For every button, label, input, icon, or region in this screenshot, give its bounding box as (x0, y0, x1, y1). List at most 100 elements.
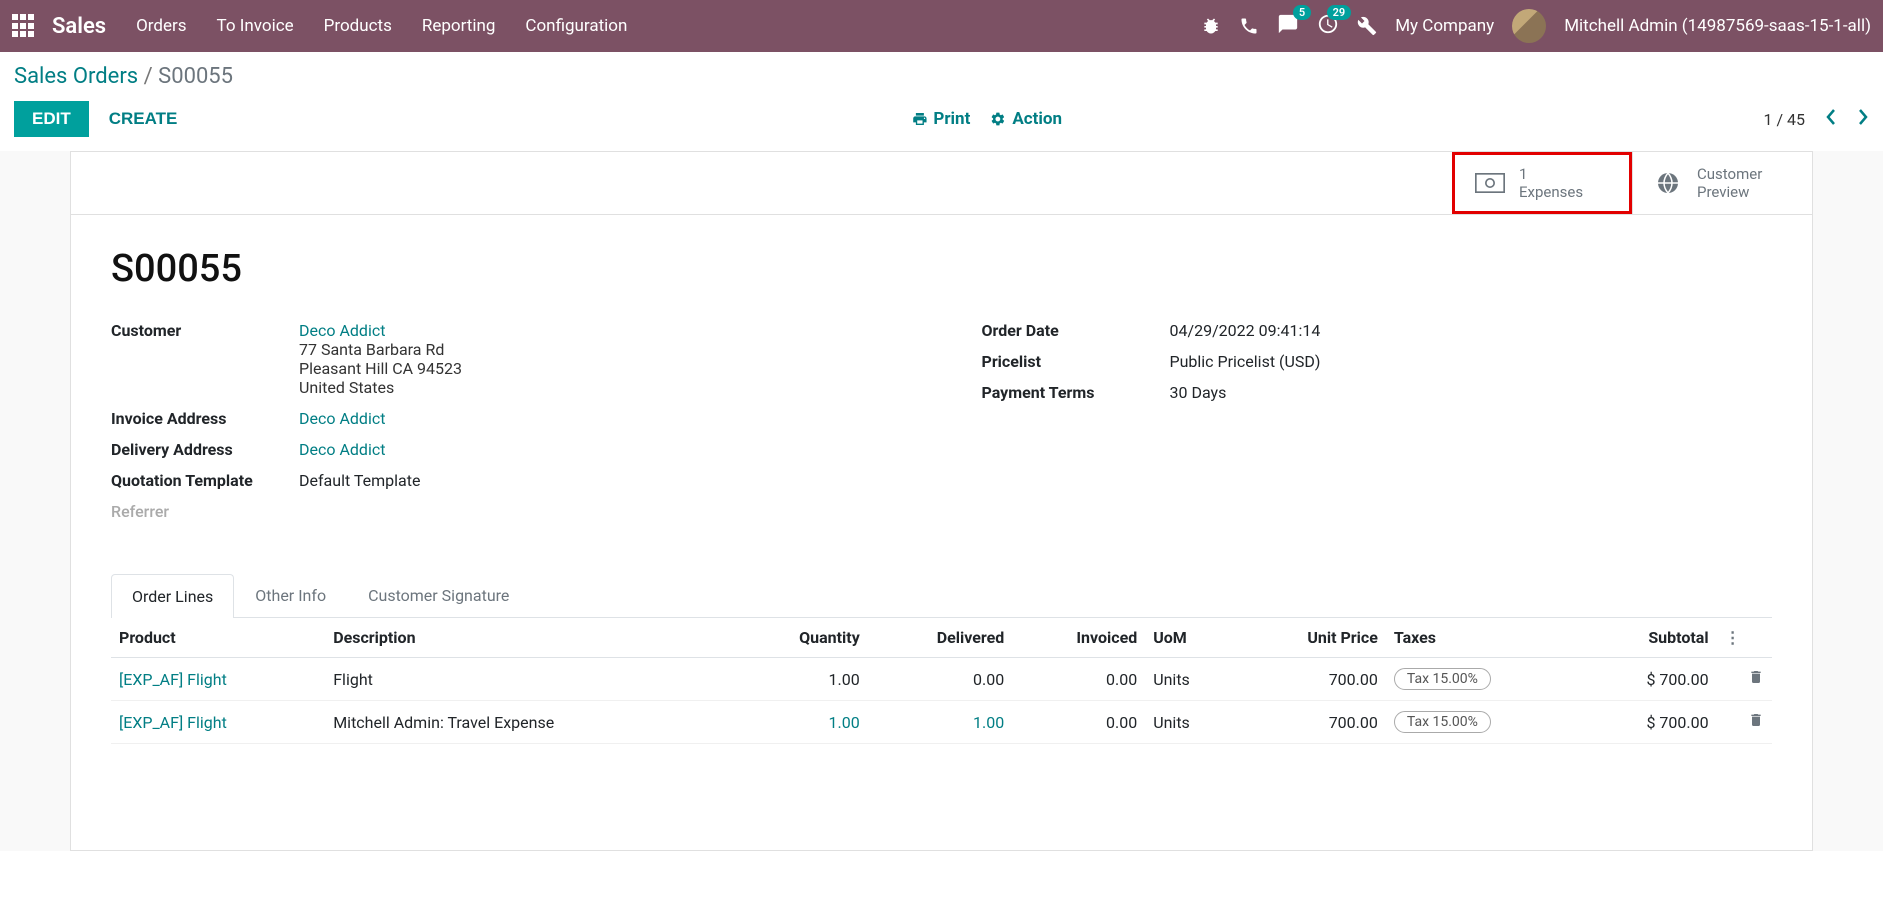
cell-invoiced: 0.00 (1012, 701, 1145, 744)
cell-unit-price: 700.00 (1236, 658, 1386, 701)
label-invoice-address: Invoice Address (111, 409, 299, 428)
money-icon (1475, 171, 1505, 195)
print-label: Print (933, 109, 970, 129)
nav-to-invoice[interactable]: To Invoice (217, 16, 294, 36)
top-navbar: Sales Orders To Invoice Products Reporti… (0, 0, 1883, 52)
cell-unit-price: 700.00 (1236, 701, 1386, 744)
breadcrumb: Sales Orders / S00055 (14, 64, 1869, 89)
label-payment-terms: Payment Terms (982, 383, 1170, 402)
th-delivered[interactable]: Delivered (868, 618, 1012, 658)
pricelist-value: Public Pricelist (USD) (1170, 352, 1773, 371)
activity-badge: 29 (1327, 5, 1352, 20)
cell-tax: Tax 15.00% (1394, 668, 1491, 690)
stat-expenses-count: 1 (1519, 165, 1583, 183)
cell-delivered: 1.00 (973, 713, 1004, 732)
label-order-date: Order Date (982, 321, 1170, 340)
stat-preview-line1: Customer (1697, 165, 1762, 183)
breadcrumb-root[interactable]: Sales Orders (14, 64, 138, 89)
order-date-value: 04/29/2022 09:41:14 (1170, 321, 1773, 340)
cell-quantity: 1.00 (829, 713, 860, 732)
gear-icon (990, 111, 1006, 127)
table-row[interactable]: [EXP_AF] Flight Mitchell Admin: Travel Ex… (111, 701, 1772, 744)
nav-links: Orders To Invoice Products Reporting Con… (136, 16, 627, 36)
cell-description: Mitchell Admin: Travel Expense (325, 701, 735, 744)
bug-icon[interactable] (1201, 16, 1221, 36)
stat-customer-preview[interactable]: Customer Preview (1632, 152, 1812, 214)
nav-orders[interactable]: Orders (136, 16, 186, 36)
th-description[interactable]: Description (325, 618, 735, 658)
cell-tax: Tax 15.00% (1394, 711, 1491, 733)
stat-expenses[interactable]: 1 Expenses (1452, 152, 1632, 214)
payment-terms-value: 30 Days (1170, 383, 1773, 402)
cell-description: Flight (325, 658, 735, 701)
nav-right: 5 29 My Company Mitchell Admin (14987569… (1201, 9, 1871, 43)
messaging-icon[interactable]: 5 (1277, 13, 1299, 39)
cell-subtotal: $ 700.00 (1581, 658, 1716, 701)
th-product[interactable]: Product (111, 618, 325, 658)
pager-prev[interactable] (1825, 108, 1837, 130)
th-taxes[interactable]: Taxes (1386, 618, 1582, 658)
cell-uom: Units (1145, 701, 1236, 744)
cell-subtotal: $ 700.00 (1581, 701, 1716, 744)
stat-expenses-label: Expenses (1519, 183, 1583, 201)
th-invoiced[interactable]: Invoiced (1012, 618, 1145, 658)
th-subtotal[interactable]: Subtotal (1581, 618, 1716, 658)
cell-delivered: 0.00 (973, 670, 1004, 689)
tab-order-lines[interactable]: Order Lines (111, 574, 234, 618)
stat-buttons: 1 Expenses Customer Preview (71, 152, 1812, 215)
phone-icon[interactable] (1239, 16, 1259, 36)
create-button[interactable]: CREATE (109, 109, 178, 129)
app-brand[interactable]: Sales (52, 14, 106, 39)
invoice-address-link[interactable]: Deco Addict (299, 409, 385, 428)
th-unit-price[interactable]: Unit Price (1236, 618, 1386, 658)
delivery-address-link[interactable]: Deco Addict (299, 440, 385, 459)
pager[interactable]: 1 / 45 (1763, 110, 1805, 129)
form-sheet: 1 Expenses Customer Preview S00055 Custo… (70, 151, 1813, 851)
breadcrumb-current: S00055 (158, 64, 233, 89)
edit-button[interactable]: EDIT (14, 101, 89, 137)
action-button[interactable]: Action (990, 109, 1062, 129)
nav-products[interactable]: Products (324, 16, 392, 36)
order-lines-table: Product Description Quantity Delivered I… (111, 618, 1772, 744)
label-customer: Customer (111, 321, 299, 397)
label-referrer: Referrer (111, 502, 299, 521)
customer-addr3: United States (299, 378, 902, 397)
breadcrumb-sep: / (144, 64, 159, 89)
activity-icon[interactable]: 29 (1317, 13, 1339, 39)
trash-icon[interactable] (1748, 713, 1764, 732)
customer-addr1: 77 Santa Barbara Rd (299, 340, 902, 359)
customer-link[interactable]: Deco Addict (299, 321, 902, 340)
label-delivery-address: Delivery Address (111, 440, 299, 459)
company-name[interactable]: My Company (1395, 16, 1494, 36)
th-uom[interactable]: UoM (1145, 618, 1236, 658)
trash-icon[interactable] (1748, 670, 1764, 689)
messaging-badge: 5 (1293, 5, 1311, 20)
nav-reporting[interactable]: Reporting (422, 16, 496, 36)
quotation-template-value: Default Template (299, 471, 902, 490)
stat-preview-line2: Preview (1697, 183, 1762, 201)
user-name[interactable]: Mitchell Admin (14987569-saas-15-1-all) (1564, 16, 1871, 36)
pager-next[interactable] (1857, 108, 1869, 130)
nav-configuration[interactable]: Configuration (525, 16, 627, 36)
print-icon (911, 111, 927, 127)
th-quantity[interactable]: Quantity (735, 618, 868, 658)
apps-icon[interactable] (12, 14, 36, 38)
cell-product[interactable]: [EXP_AF] Flight (119, 670, 227, 689)
avatar[interactable] (1512, 9, 1546, 43)
customer-addr2: Pleasant Hill CA 94523 (299, 359, 902, 378)
print-button[interactable]: Print (911, 109, 970, 129)
order-name: S00055 (111, 247, 1772, 291)
tools-icon[interactable] (1357, 16, 1377, 36)
label-quotation-template: Quotation Template (111, 471, 299, 490)
tab-customer-signature[interactable]: Customer Signature (347, 573, 530, 617)
action-label: Action (1012, 109, 1062, 129)
cell-quantity: 1.00 (829, 670, 860, 689)
tab-other-info[interactable]: Other Info (234, 573, 347, 617)
label-pricelist: Pricelist (982, 352, 1170, 371)
tabs: Order Lines Other Info Customer Signatur… (111, 573, 1772, 618)
globe-icon (1653, 171, 1683, 195)
cell-uom: Units (1145, 658, 1236, 701)
cell-product[interactable]: [EXP_AF] Flight (119, 713, 227, 732)
table-row[interactable]: [EXP_AF] FlightFlight1.000.000.00Units70… (111, 658, 1772, 701)
th-options[interactable]: ⋮ (1717, 618, 1772, 658)
